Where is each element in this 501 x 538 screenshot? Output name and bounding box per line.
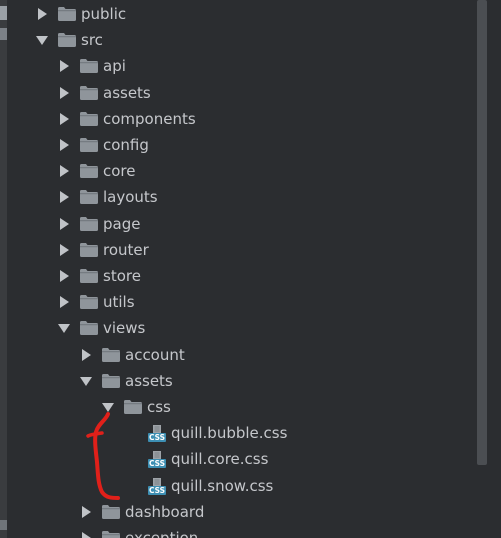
chevron-right-icon[interactable] xyxy=(80,348,92,361)
tree-folder-row[interactable]: components xyxy=(0,106,480,132)
scrollbar-track[interactable] xyxy=(475,0,501,538)
tree-item-label: core xyxy=(103,162,136,181)
tree-folder-row[interactable]: page xyxy=(0,211,480,237)
tree-folder-row[interactable]: public xyxy=(0,1,480,27)
tree-folder-row[interactable]: dashboard xyxy=(0,499,480,525)
tree-folder-row[interactable]: core xyxy=(0,158,480,184)
tree-folder-row[interactable]: account xyxy=(0,342,480,368)
chevron-right-icon[interactable] xyxy=(80,505,92,518)
scrollbar-thumb[interactable] xyxy=(477,0,487,465)
tree-folder-row[interactable]: src xyxy=(0,27,480,53)
tree-folder-row[interactable]: views xyxy=(0,315,480,341)
folder-icon xyxy=(80,190,98,205)
folder-icon xyxy=(80,269,98,283)
tree-folder-row[interactable]: assets xyxy=(0,368,480,394)
tree-item-label: quill.bubble.css xyxy=(171,424,288,443)
tree-item-label: quill.core.css xyxy=(171,450,269,469)
tree-folder-row[interactable]: api xyxy=(0,53,480,79)
tree-item-label: public xyxy=(81,5,127,23)
tree-file-row[interactable]: CSS quill.core.css xyxy=(0,446,480,472)
folder-icon xyxy=(102,504,120,519)
chevron-down-icon[interactable] xyxy=(80,375,92,387)
chevron-right-icon[interactable] xyxy=(80,532,92,538)
tree-item-label: css xyxy=(147,398,171,416)
chevron-right-icon[interactable] xyxy=(58,191,70,204)
tree-item-label: src xyxy=(81,31,103,50)
tree-item-label: utils xyxy=(103,293,135,312)
folder-icon xyxy=(80,164,98,179)
tree-item-label: components xyxy=(103,109,196,128)
tree-item-label: layouts xyxy=(103,188,158,207)
chevron-right-icon[interactable] xyxy=(58,296,70,309)
folder-icon xyxy=(80,321,98,336)
tree-item-label: api xyxy=(103,57,126,76)
chevron-right-icon[interactable] xyxy=(36,8,48,20)
folder-icon xyxy=(80,295,98,310)
folder-icon xyxy=(102,373,120,388)
folder-icon xyxy=(102,347,120,362)
tree-folder-row[interactable]: router xyxy=(0,237,480,263)
chevron-down-icon[interactable] xyxy=(102,401,114,413)
css-file-icon: CSS xyxy=(148,425,166,443)
tree-item-label: dashboard xyxy=(125,502,205,521)
svg-text:CSS: CSS xyxy=(149,460,165,469)
tree-item-label: config xyxy=(103,136,149,154)
chevron-right-icon[interactable] xyxy=(58,60,70,73)
chevron-right-icon[interactable] xyxy=(58,165,70,178)
tree-item-label: assets xyxy=(103,83,151,102)
folder-icon xyxy=(80,59,98,74)
tree-folder-row[interactable]: utils xyxy=(0,289,480,315)
tree-folder-row[interactable]: css xyxy=(0,394,480,420)
folder-icon xyxy=(80,85,98,100)
tree-item-label: account xyxy=(125,345,185,364)
chevron-right-icon[interactable] xyxy=(58,86,70,99)
tree-folder-row[interactable]: layouts xyxy=(0,184,480,210)
folder-icon xyxy=(102,531,120,538)
folder-icon xyxy=(80,242,98,257)
svg-text:CSS: CSS xyxy=(149,433,165,442)
tree-file-row[interactable]: CSS quill.snow.css xyxy=(0,473,480,499)
tree-folder-row[interactable]: store xyxy=(0,263,480,289)
tree-item-label: quill.snow.css xyxy=(171,476,274,495)
tree-folder-row[interactable]: config xyxy=(0,132,480,158)
svg-text:CSS: CSS xyxy=(149,486,165,495)
folder-icon xyxy=(80,111,98,126)
chevron-down-icon[interactable] xyxy=(36,34,48,46)
tree-item-label: views xyxy=(103,319,146,338)
folder-icon xyxy=(58,33,76,48)
folder-icon xyxy=(58,7,76,21)
tree-item-label: router xyxy=(103,240,149,259)
tree-item-label: store xyxy=(103,267,141,285)
chevron-right-icon[interactable] xyxy=(58,270,70,282)
folder-icon xyxy=(80,216,98,231)
tree-folder-row[interactable]: assets xyxy=(0,80,480,106)
tree-item-label: page xyxy=(103,214,141,233)
project-file-tree: public src api assets components config core la… xyxy=(0,0,480,538)
folder-icon xyxy=(80,138,98,152)
chevron-right-icon[interactable] xyxy=(58,139,70,151)
css-file-icon: CSS xyxy=(148,451,166,469)
chevron-right-icon[interactable] xyxy=(58,243,70,256)
tree-item-label: assets xyxy=(125,371,173,390)
tree-file-row[interactable]: CSS quill.bubble.css xyxy=(0,420,480,446)
folder-icon xyxy=(124,400,142,414)
tree-folder-row[interactable]: exception xyxy=(0,525,480,538)
css-file-icon: CSS xyxy=(148,477,166,495)
chevron-right-icon[interactable] xyxy=(58,217,70,230)
chevron-down-icon[interactable] xyxy=(58,322,70,334)
chevron-right-icon[interactable] xyxy=(58,112,70,125)
tree-item-label: exception xyxy=(125,529,199,538)
